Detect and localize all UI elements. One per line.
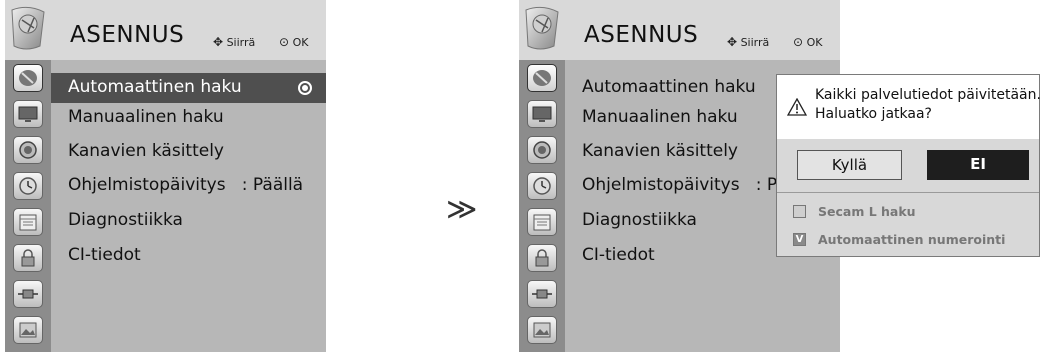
ok-button-icon: ⊙	[279, 35, 290, 49]
tv-screen-icon[interactable]	[13, 100, 43, 128]
menu-item-diagnostics[interactable]: Diagnostiikka	[51, 206, 326, 236]
dialog-message-area: Kaikki palvelutiedot päivitetään. Haluat…	[777, 75, 1041, 139]
menu-item-auto-tuning[interactable]: Automaattinen haku	[51, 73, 326, 103]
clock-icon[interactable]	[13, 172, 43, 200]
setup-logo-icon	[11, 6, 45, 50]
menu-item-label: Manuaalinen haku	[68, 107, 224, 127]
category-sidebar	[519, 60, 565, 352]
menu-item-label: Automaattinen haku	[582, 77, 756, 97]
clock-icon[interactable]	[527, 172, 557, 200]
move-arrows-icon: ✥	[727, 35, 738, 49]
auto-numbering-checkbox[interactable]: V	[793, 233, 806, 246]
dialog-divider	[777, 192, 1039, 193]
category-sidebar	[5, 60, 51, 352]
lock-icon[interactable]	[527, 244, 557, 272]
dialog-message: Kaikki palvelutiedot päivitetään. Haluat…	[815, 86, 1041, 124]
ok-hint: ⊙ OK	[793, 36, 822, 49]
satellite-dish-icon[interactable]	[13, 64, 43, 92]
photo-icon[interactable]	[527, 316, 557, 344]
menu-item-label: CI-tiedot	[582, 245, 655, 265]
speaker-icon[interactable]	[13, 136, 43, 164]
menu-header: ASENNUS ✥ Siirrä ⊙ OK	[519, 0, 840, 60]
next-step-arrow: ≫	[446, 192, 478, 227]
speaker-icon[interactable]	[527, 136, 557, 164]
menu-item-label: Automaattinen haku	[68, 77, 242, 97]
menu-list: Automaattinen haku Manuaalinen haku Kana…	[51, 60, 326, 352]
no-button[interactable]: EI	[927, 150, 1029, 180]
menu-item-label: Manuaalinen haku	[582, 107, 738, 127]
page-title: ASENNUS	[70, 22, 185, 48]
ok-button-icon: ⊙	[793, 35, 804, 49]
ok-hint-label: OK	[292, 36, 309, 49]
menu-item-label: Kanavien käsittely	[68, 141, 224, 161]
calendar-icon[interactable]	[13, 208, 43, 236]
lock-icon[interactable]	[13, 244, 43, 272]
menu-item-label: Diagnostiikka	[582, 210, 697, 230]
menu-item-label: Ohjelmistopäivitys : Pä	[582, 175, 787, 195]
menu-item-manual-tuning[interactable]: Manuaalinen haku	[51, 103, 326, 133]
menu-item-ci-info[interactable]: CI-tiedot	[51, 241, 326, 271]
setup-logo-icon	[525, 6, 559, 50]
secam-l-label: Secam L haku	[818, 204, 916, 219]
confirm-dialog: Kaikki palvelutiedot päivitetään. Haluat…	[776, 74, 1041, 257]
ok-hint-label: OK	[806, 36, 823, 49]
photo-icon[interactable]	[13, 316, 43, 344]
menu-item-label: Kanavien käsittely	[582, 141, 738, 161]
ok-hint: ⊙ OK	[279, 36, 308, 49]
left-menu-panel: ASENNUS ✥ Siirrä ⊙ OK Automaattinen haku…	[5, 0, 326, 352]
secam-l-checkbox[interactable]	[793, 205, 806, 218]
yes-button[interactable]: Kyllä	[797, 150, 902, 180]
move-hint: ✥ Siirrä	[213, 36, 255, 49]
calendar-icon[interactable]	[527, 208, 557, 236]
move-hint-label: Siirrä	[226, 36, 256, 49]
auto-numbering-label: Automaattinen numerointi	[818, 232, 1006, 247]
selected-radio-icon	[298, 81, 312, 95]
menu-item-label: Diagnostiikka	[68, 210, 183, 230]
move-arrows-icon: ✥	[213, 35, 224, 49]
page-title: ASENNUS	[584, 22, 699, 48]
tv-screen-icon[interactable]	[527, 100, 557, 128]
plug-icon[interactable]	[13, 280, 43, 308]
warning-icon	[787, 98, 807, 116]
dialog-message-line1: Kaikki palvelutiedot päivitetään.	[815, 87, 1041, 103]
dialog-message-line2: Haluatko jatkaa?	[815, 106, 932, 122]
move-hint: ✥ Siirrä	[727, 36, 769, 49]
menu-item-software-update[interactable]: Ohjelmistopäivitys : Päällä	[51, 171, 326, 201]
menu-item-channel-edit[interactable]: Kanavien käsittely	[51, 137, 326, 167]
plug-icon[interactable]	[527, 280, 557, 308]
menu-header: ASENNUS ✥ Siirrä ⊙ OK	[5, 0, 326, 60]
menu-item-label: Ohjelmistopäivitys : Päällä	[68, 175, 304, 195]
satellite-dish-icon[interactable]	[527, 64, 557, 92]
move-hint-label: Siirrä	[740, 36, 770, 49]
menu-item-label: CI-tiedot	[68, 245, 141, 265]
